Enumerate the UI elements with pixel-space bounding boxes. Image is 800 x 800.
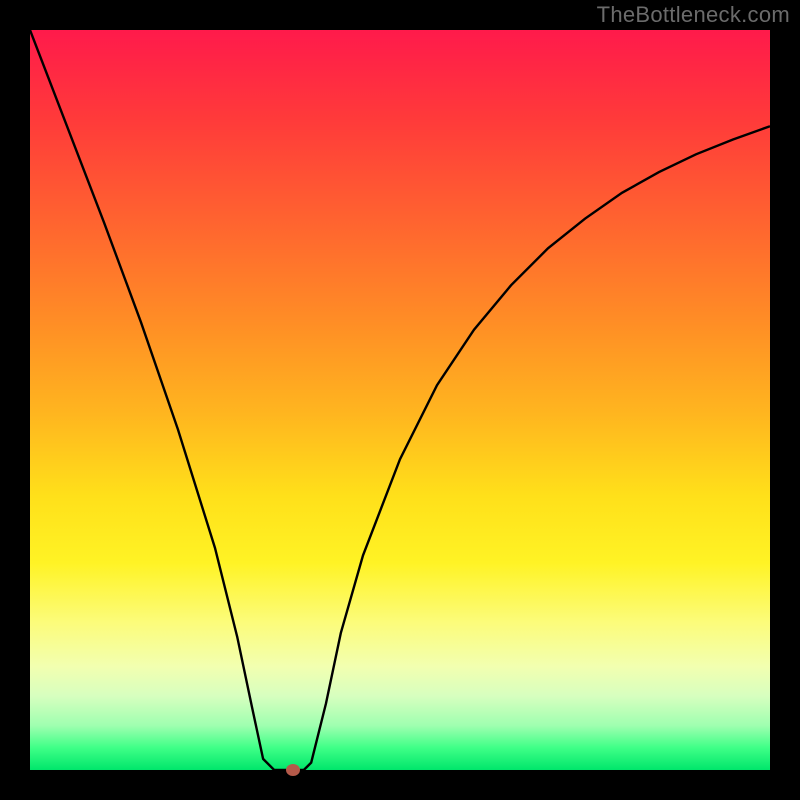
data-marker	[286, 764, 300, 776]
watermark-text: TheBottleneck.com	[597, 2, 790, 28]
chart-frame: TheBottleneck.com	[0, 0, 800, 800]
curve-line	[30, 30, 770, 770]
plot-area	[30, 30, 770, 770]
curve-svg	[30, 30, 770, 770]
